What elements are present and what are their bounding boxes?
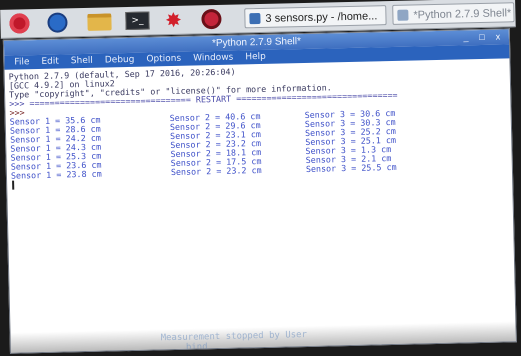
status-message-2: bind bbox=[185, 342, 208, 353]
close-icon[interactable]: x bbox=[493, 31, 503, 42]
taskbar-task-python-shell[interactable]: *Python 2.7.9 Shell* bbox=[392, 2, 515, 25]
menu-file[interactable]: File bbox=[14, 57, 29, 67]
menu-help[interactable]: Help bbox=[245, 52, 266, 62]
python-shell-window: *Python 2.7.9 Shell* _ □ x File Edit She… bbox=[2, 28, 517, 354]
wolfram-icon[interactable] bbox=[196, 8, 226, 31]
maximize-icon[interactable]: □ bbox=[477, 32, 487, 42]
text-cursor bbox=[12, 180, 15, 190]
menu-debug[interactable]: Debug bbox=[105, 55, 135, 66]
menu-edit[interactable]: Edit bbox=[41, 57, 59, 67]
minimize-icon[interactable]: _ bbox=[461, 32, 471, 42]
web-browser-icon[interactable] bbox=[42, 11, 72, 34]
photo-of-screen: >_ ✸ 3 sensors.py - /home... *Python 2.7… bbox=[0, 0, 521, 356]
shell-console[interactable]: Python 2.7.9 (default, Sep 17 2016, 20:2… bbox=[9, 61, 513, 348]
task-label: *Python 2.7.9 Shell* bbox=[413, 7, 512, 22]
task-label: 3 sensors.py - /home... bbox=[265, 10, 378, 25]
taskbar-task-sensors-py[interactable]: 3 sensors.py - /home... bbox=[244, 5, 387, 29]
python-file-icon bbox=[249, 12, 261, 25]
terminal-icon-glyph: >_ bbox=[125, 11, 150, 31]
file-manager-icon[interactable] bbox=[84, 10, 114, 33]
menu-options[interactable]: Options bbox=[146, 54, 181, 65]
raspberry-menu-icon[interactable] bbox=[4, 12, 34, 35]
menu-shell[interactable]: Shell bbox=[71, 56, 93, 66]
menu-windows[interactable]: Windows bbox=[193, 53, 233, 64]
burst-icon[interactable]: ✸ bbox=[158, 8, 188, 32]
python-shell-icon bbox=[397, 9, 409, 21]
window-title: *Python 2.7.9 Shell* bbox=[211, 36, 302, 50]
terminal-icon[interactable]: >_ bbox=[122, 9, 152, 32]
